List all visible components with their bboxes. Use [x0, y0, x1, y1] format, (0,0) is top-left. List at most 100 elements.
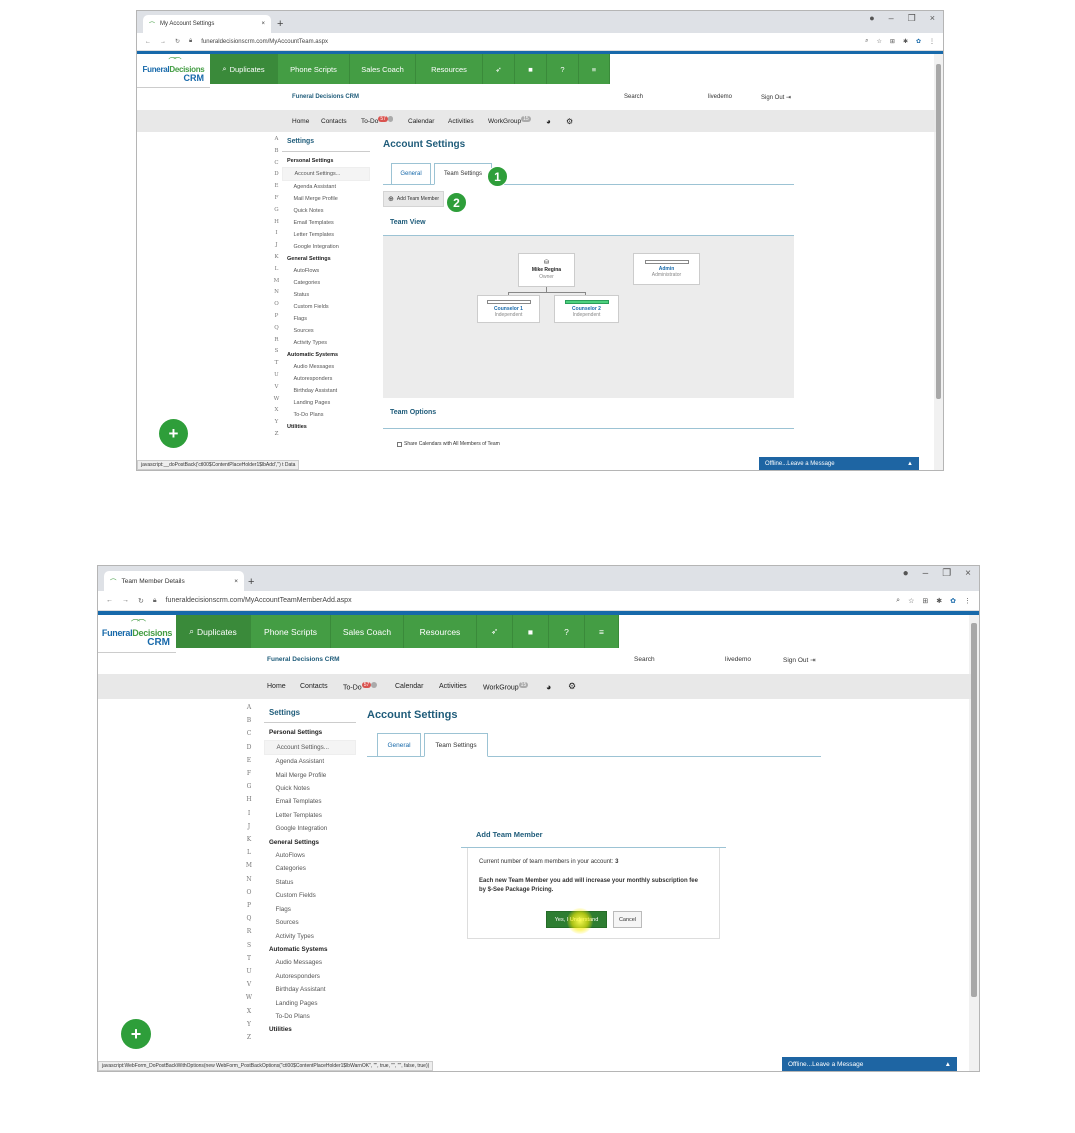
minimize-icon[interactable]: –	[889, 13, 894, 24]
sidebar-item[interactable]: To-Do Plans	[264, 1010, 356, 1023]
note-icon[interactable]: ■	[515, 54, 547, 84]
sidebar-item[interactable]: Sources	[264, 916, 356, 929]
nav-contacts[interactable]: Contacts	[321, 118, 347, 125]
alpha-letter-link[interactable]: T	[247, 952, 251, 965]
signout-link[interactable]: Sign Out ⇥	[783, 656, 816, 664]
sidebar-item[interactable]: Agenda Assistant	[264, 755, 356, 768]
alpha-letter-link[interactable]: J	[248, 820, 250, 833]
extensions-icon[interactable]: ✱	[936, 597, 942, 605]
sidebar-item[interactable]: Status	[264, 876, 356, 889]
url-field[interactable]: funeraldecisionscrm.com/MyAccountTeam.as…	[201, 39, 856, 45]
sidebar-item[interactable]: Email Templates	[282, 217, 370, 229]
sidebar-item[interactable]: Google Integration	[264, 822, 356, 835]
sidebar-item[interactable]: Mail Merge Profile	[264, 769, 356, 782]
menu-dots-icon[interactable]: ⋮	[929, 38, 935, 45]
extensions-icon[interactable]: ✱	[903, 38, 908, 45]
nav-todo[interactable]: To-Do 57	[361, 116, 394, 126]
alpha-letter-link[interactable]: E	[274, 181, 278, 193]
hamburger-icon[interactable]: ≡	[585, 615, 619, 648]
help-icon[interactable]: ?	[547, 54, 579, 84]
sidebar-item[interactable]: Quick Notes	[264, 782, 356, 795]
alpha-letter-link[interactable]: M	[274, 276, 280, 288]
sidebar-item[interactable]: Custom Fields	[264, 889, 356, 902]
alpha-letter-link[interactable]: B	[247, 714, 251, 727]
alpha-letter-link[interactable]: W	[274, 394, 280, 406]
sales-coach-button[interactable]: Sales Coach	[350, 54, 416, 84]
sidebar-item[interactable]: Mail Merge Profile	[282, 193, 370, 205]
alpha-letter-link[interactable]: O	[274, 299, 279, 311]
alpha-letter-link[interactable]: Z	[275, 429, 279, 441]
alpha-letter-link[interactable]: N	[274, 287, 279, 299]
alpha-letter-link[interactable]: A	[247, 701, 251, 714]
star-icon[interactable]: ☆	[908, 597, 914, 605]
scrollbar-thumb[interactable]	[971, 623, 977, 997]
alpha-letter-link[interactable]: V	[275, 382, 279, 394]
sales-coach-button[interactable]: Sales Coach	[331, 615, 404, 648]
alpha-letter-link[interactable]: X	[275, 405, 279, 417]
sidebar-item[interactable]: Landing Pages	[264, 997, 356, 1010]
alpha-letter-link[interactable]: U	[274, 370, 279, 382]
menu-dots-icon[interactable]: ⋮	[964, 597, 971, 605]
alpha-letter-link[interactable]: E	[247, 754, 251, 767]
chat-widget[interactable]: Offline...Leave a Message ▲	[782, 1057, 957, 1071]
nav-home[interactable]: Home	[292, 118, 309, 125]
alpha-letter-link[interactable]: H	[274, 217, 279, 229]
chart-pie-icon[interactable]: ◕	[546, 682, 551, 692]
alpha-letter-link[interactable]: R	[274, 335, 278, 347]
duplicates-button[interactable]: ⌕ Duplicates	[176, 615, 251, 648]
alpha-letter-link[interactable]: F	[247, 767, 251, 780]
node-counselor-1[interactable]: Counselor 1 Independent	[477, 295, 540, 323]
profile-icon[interactable]: ●	[869, 13, 874, 24]
zoom-icon[interactable]: ⌕	[865, 38, 868, 45]
alpha-letter-link[interactable]: V	[247, 978, 251, 991]
sidebar-item[interactable]: Google Integration	[282, 241, 370, 253]
sidebar-item[interactable]: Audio Messages	[264, 956, 356, 969]
signout-link[interactable]: Sign Out ⇥	[761, 94, 791, 101]
sidebar-item[interactable]: Landing Pages	[282, 397, 370, 409]
nav-activities[interactable]: Activities	[439, 683, 467, 690]
sidebar-item[interactable]: Birthday Assistant	[282, 385, 370, 397]
note-icon[interactable]: ■	[513, 615, 549, 648]
node-admin[interactable]: Admin Administrator	[633, 253, 700, 285]
maximize-icon[interactable]: ❐	[942, 568, 951, 579]
alpha-letter-link[interactable]: Y	[275, 417, 279, 429]
sidebar-item[interactable]: Flags	[264, 903, 356, 916]
logo[interactable]: ⌒⌒ FuneralDecisions CRM	[137, 54, 210, 88]
close-icon[interactable]: ×	[234, 578, 238, 585]
alpha-letter-link[interactable]: H	[246, 793, 251, 806]
sidebar-item[interactable]: Custom Fields	[282, 301, 370, 313]
share-calendars-option[interactable]: Share Calendars with All Members of Team	[397, 441, 500, 447]
logo[interactable]: ⌒⌒ FuneralDecisions CRM	[98, 615, 176, 653]
sidebar-item[interactable]: Letter Templates	[282, 229, 370, 241]
phone-scripts-button[interactable]: Phone Scripts	[278, 54, 350, 84]
gear-icon[interactable]: ⚙	[566, 117, 573, 126]
scrollbar-thumb[interactable]	[936, 64, 941, 399]
sidebar-item[interactable]: Flags	[282, 313, 370, 325]
grid-icon[interactable]: ⊞	[890, 38, 895, 45]
minimize-icon[interactable]: –	[923, 568, 929, 579]
alpha-letter-link[interactable]: G	[274, 205, 278, 217]
nav-activities[interactable]: Activities	[448, 118, 474, 125]
alpha-letter-link[interactable]: D	[247, 741, 252, 754]
sidebar-item[interactable]: Sources	[282, 325, 370, 337]
reload-icon[interactable]: ↻	[175, 38, 180, 45]
share-calendars-checkbox[interactable]	[397, 441, 402, 447]
alpha-letter-link[interactable]: G	[247, 780, 252, 793]
sidebar-item[interactable]: Autoresponders	[282, 373, 370, 385]
forward-icon[interactable]: →	[122, 597, 129, 604]
alpha-letter-link[interactable]: O	[247, 886, 252, 899]
alpha-letter-link[interactable]: C	[274, 158, 278, 170]
alpha-letter-link[interactable]: X	[247, 1005, 251, 1018]
alpha-letter-link[interactable]: I	[275, 228, 277, 240]
sidebar-item[interactable]: To-Do Plans	[282, 409, 370, 421]
nav-todo[interactable]: To-Do 57	[343, 681, 377, 691]
alpha-letter-link[interactable]: C	[247, 727, 252, 740]
phone-scripts-button[interactable]: Phone Scripts	[251, 615, 331, 648]
star-icon[interactable]: ☆	[877, 38, 882, 45]
alpha-letter-link[interactable]: I	[248, 807, 250, 820]
alpha-letter-link[interactable]: B	[274, 146, 278, 158]
alpha-letter-link[interactable]: N	[246, 873, 251, 886]
chart-pie-icon[interactable]: ◕	[546, 117, 551, 126]
tab-general[interactable]: General	[377, 733, 421, 757]
sidebar-item[interactable]: Account Settings...	[282, 167, 370, 181]
